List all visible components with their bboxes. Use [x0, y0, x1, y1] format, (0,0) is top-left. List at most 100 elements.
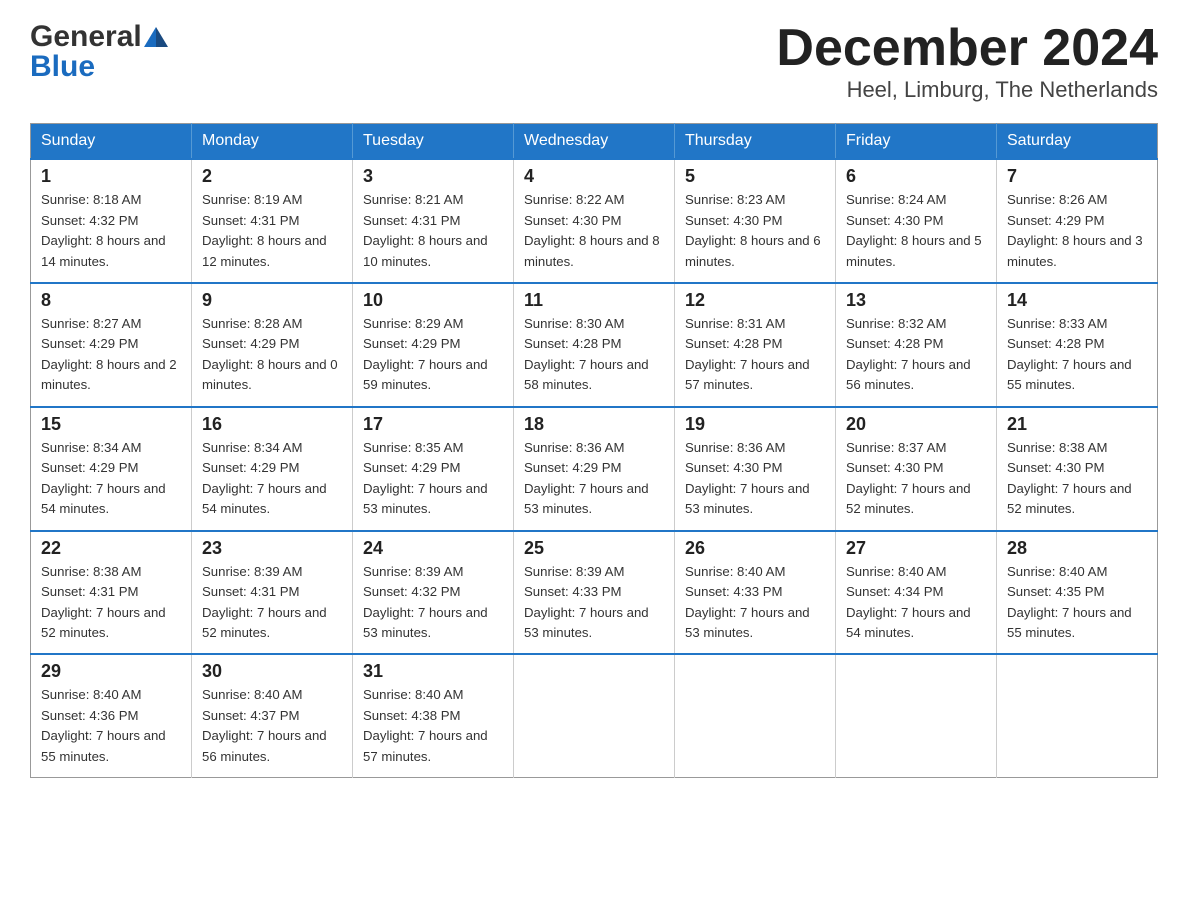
day-info: Sunrise: 8:36 AMSunset: 4:30 PMDaylight:… [685, 438, 825, 520]
page-subtitle: Heel, Limburg, The Netherlands [776, 77, 1158, 103]
table-row: 5Sunrise: 8:23 AMSunset: 4:30 PMDaylight… [675, 159, 836, 283]
table-row: 31Sunrise: 8:40 AMSunset: 4:38 PMDayligh… [353, 654, 514, 777]
day-number: 22 [41, 538, 181, 559]
col-sunday: Sunday [31, 124, 192, 160]
calendar-table: Sunday Monday Tuesday Wednesday Thursday… [30, 123, 1158, 778]
day-info: Sunrise: 8:23 AMSunset: 4:30 PMDaylight:… [685, 190, 825, 272]
day-info: Sunrise: 8:29 AMSunset: 4:29 PMDaylight:… [363, 314, 503, 396]
table-row: 13 Sunrise: 8:32 AMSunset: 4:28 PMDayligh… [836, 283, 997, 407]
day-info: Sunrise: 8:38 AMSunset: 4:30 PMDaylight:… [1007, 438, 1147, 520]
calendar-header-row: Sunday Monday Tuesday Wednesday Thursday… [31, 124, 1158, 160]
day-number: 12 [685, 290, 825, 311]
day-number: 28 [1007, 538, 1147, 559]
table-row: 8Sunrise: 8:27 AMSunset: 4:29 PMDaylight… [31, 283, 192, 407]
col-thursday: Thursday [675, 124, 836, 160]
day-info: Sunrise: 8:35 AMSunset: 4:29 PMDaylight:… [363, 438, 503, 520]
day-number: 23 [202, 538, 342, 559]
day-info: Sunrise: 8:40 AMSunset: 4:35 PMDaylight:… [1007, 562, 1147, 644]
table-row: 28 Sunrise: 8:40 AMSunset: 4:35 PMDayligh… [997, 531, 1158, 655]
day-info: Sunrise: 8:40 AMSunset: 4:33 PMDaylight:… [685, 562, 825, 644]
day-info: Sunrise: 8:34 AMSunset: 4:29 PMDaylight:… [202, 438, 342, 520]
day-info: Sunrise: 8:19 AMSunset: 4:31 PMDaylight:… [202, 190, 342, 272]
calendar-week-row: 8Sunrise: 8:27 AMSunset: 4:29 PMDaylight… [31, 283, 1158, 407]
calendar-week-row: 15 Sunrise: 8:34 AMSunset: 4:29 PMDayligh… [31, 407, 1158, 531]
logo: General Blue [30, 20, 168, 84]
table-row: 30Sunrise: 8:40 AMSunset: 4:37 PMDayligh… [192, 654, 353, 777]
table-row: 18 Sunrise: 8:36 AMSunset: 4:29 PMDayligh… [514, 407, 675, 531]
page-title: December 2024 [776, 20, 1158, 77]
day-info: Sunrise: 8:40 AMSunset: 4:37 PMDaylight:… [202, 685, 342, 767]
day-info: Sunrise: 8:38 AMSunset: 4:31 PMDaylight:… [41, 562, 181, 644]
table-row: 25 Sunrise: 8:39 AMSunset: 4:33 PMDayligh… [514, 531, 675, 655]
day-info: Sunrise: 8:37 AMSunset: 4:30 PMDaylight:… [846, 438, 986, 520]
table-row: 11 Sunrise: 8:30 AMSunset: 4:28 PMDayligh… [514, 283, 675, 407]
table-row: 1 Sunrise: 8:18 AMSunset: 4:32 PMDaylight… [31, 159, 192, 283]
day-info: Sunrise: 8:24 AMSunset: 4:30 PMDaylight:… [846, 190, 986, 272]
day-info: Sunrise: 8:39 AMSunset: 4:33 PMDaylight:… [524, 562, 664, 644]
table-row: 24 Sunrise: 8:39 AMSunset: 4:32 PMDayligh… [353, 531, 514, 655]
day-info: Sunrise: 8:33 AMSunset: 4:28 PMDaylight:… [1007, 314, 1147, 396]
calendar-week-row: 22 Sunrise: 8:38 AMSunset: 4:31 PMDayligh… [31, 531, 1158, 655]
page-header: General Blue December 2024 Heel, Limburg… [30, 20, 1158, 103]
logo-icon [144, 27, 168, 47]
table-row [836, 654, 997, 777]
table-row [997, 654, 1158, 777]
table-row: 23 Sunrise: 8:39 AMSunset: 4:31 PMDayligh… [192, 531, 353, 655]
table-row: 22 Sunrise: 8:38 AMSunset: 4:31 PMDayligh… [31, 531, 192, 655]
table-row: 21 Sunrise: 8:38 AMSunset: 4:30 PMDayligh… [997, 407, 1158, 531]
day-number: 17 [363, 414, 503, 435]
table-row: 27 Sunrise: 8:40 AMSunset: 4:34 PMDayligh… [836, 531, 997, 655]
day-number: 11 [524, 290, 664, 311]
table-row: 3Sunrise: 8:21 AMSunset: 4:31 PMDaylight… [353, 159, 514, 283]
table-row: 9Sunrise: 8:28 AMSunset: 4:29 PMDaylight… [192, 283, 353, 407]
table-row: 6Sunrise: 8:24 AMSunset: 4:30 PMDaylight… [836, 159, 997, 283]
day-info: Sunrise: 8:36 AMSunset: 4:29 PMDaylight:… [524, 438, 664, 520]
day-number: 15 [41, 414, 181, 435]
day-number: 13 [846, 290, 986, 311]
table-row: 20 Sunrise: 8:37 AMSunset: 4:30 PMDayligh… [836, 407, 997, 531]
day-number: 7 [1007, 166, 1147, 187]
day-number: 10 [363, 290, 503, 311]
day-info: Sunrise: 8:31 AMSunset: 4:28 PMDaylight:… [685, 314, 825, 396]
day-number: 18 [524, 414, 664, 435]
day-info: Sunrise: 8:30 AMSunset: 4:28 PMDaylight:… [524, 314, 664, 396]
day-number: 25 [524, 538, 664, 559]
table-row [514, 654, 675, 777]
table-row: 2Sunrise: 8:19 AMSunset: 4:31 PMDaylight… [192, 159, 353, 283]
col-tuesday: Tuesday [353, 124, 514, 160]
table-row: 10 Sunrise: 8:29 AMSunset: 4:29 PMDayligh… [353, 283, 514, 407]
table-row: 7Sunrise: 8:26 AMSunset: 4:29 PMDaylight… [997, 159, 1158, 283]
day-number: 19 [685, 414, 825, 435]
table-row: 14Sunrise: 8:33 AMSunset: 4:28 PMDayligh… [997, 283, 1158, 407]
table-row: 16Sunrise: 8:34 AMSunset: 4:29 PMDayligh… [192, 407, 353, 531]
day-info: Sunrise: 8:22 AMSunset: 4:30 PMDaylight:… [524, 190, 664, 272]
day-number: 27 [846, 538, 986, 559]
table-row: 15 Sunrise: 8:34 AMSunset: 4:29 PMDayligh… [31, 407, 192, 531]
logo-text-general: General [30, 20, 142, 54]
day-number: 26 [685, 538, 825, 559]
day-info: Sunrise: 8:39 AMSunset: 4:31 PMDaylight:… [202, 562, 342, 644]
day-number: 21 [1007, 414, 1147, 435]
day-info: Sunrise: 8:40 AMSunset: 4:34 PMDaylight:… [846, 562, 986, 644]
table-row [675, 654, 836, 777]
table-row: 12 Sunrise: 8:31 AMSunset: 4:28 PMDayligh… [675, 283, 836, 407]
table-row: 17 Sunrise: 8:35 AMSunset: 4:29 PMDayligh… [353, 407, 514, 531]
day-info: Sunrise: 8:39 AMSunset: 4:32 PMDaylight:… [363, 562, 503, 644]
day-info: Sunrise: 8:28 AMSunset: 4:29 PMDaylight:… [202, 314, 342, 396]
table-row: 26 Sunrise: 8:40 AMSunset: 4:33 PMDayligh… [675, 531, 836, 655]
day-info: Sunrise: 8:32 AMSunset: 4:28 PMDaylight:… [846, 314, 986, 396]
day-info: Sunrise: 8:40 AMSunset: 4:36 PMDaylight:… [41, 685, 181, 767]
day-number: 1 [41, 166, 181, 187]
col-saturday: Saturday [997, 124, 1158, 160]
table-row: 29 Sunrise: 8:40 AMSunset: 4:36 PMDayligh… [31, 654, 192, 777]
day-number: 3 [363, 166, 503, 187]
day-number: 20 [846, 414, 986, 435]
day-number: 29 [41, 661, 181, 682]
calendar-week-row: 1 Sunrise: 8:18 AMSunset: 4:32 PMDaylight… [31, 159, 1158, 283]
day-info: Sunrise: 8:34 AMSunset: 4:29 PMDaylight:… [41, 438, 181, 520]
table-row: 4Sunrise: 8:22 AMSunset: 4:30 PMDaylight… [514, 159, 675, 283]
day-info: Sunrise: 8:18 AMSunset: 4:32 PMDaylight:… [41, 190, 181, 272]
day-number: 24 [363, 538, 503, 559]
col-friday: Friday [836, 124, 997, 160]
title-section: December 2024 Heel, Limburg, The Netherl… [776, 20, 1158, 103]
